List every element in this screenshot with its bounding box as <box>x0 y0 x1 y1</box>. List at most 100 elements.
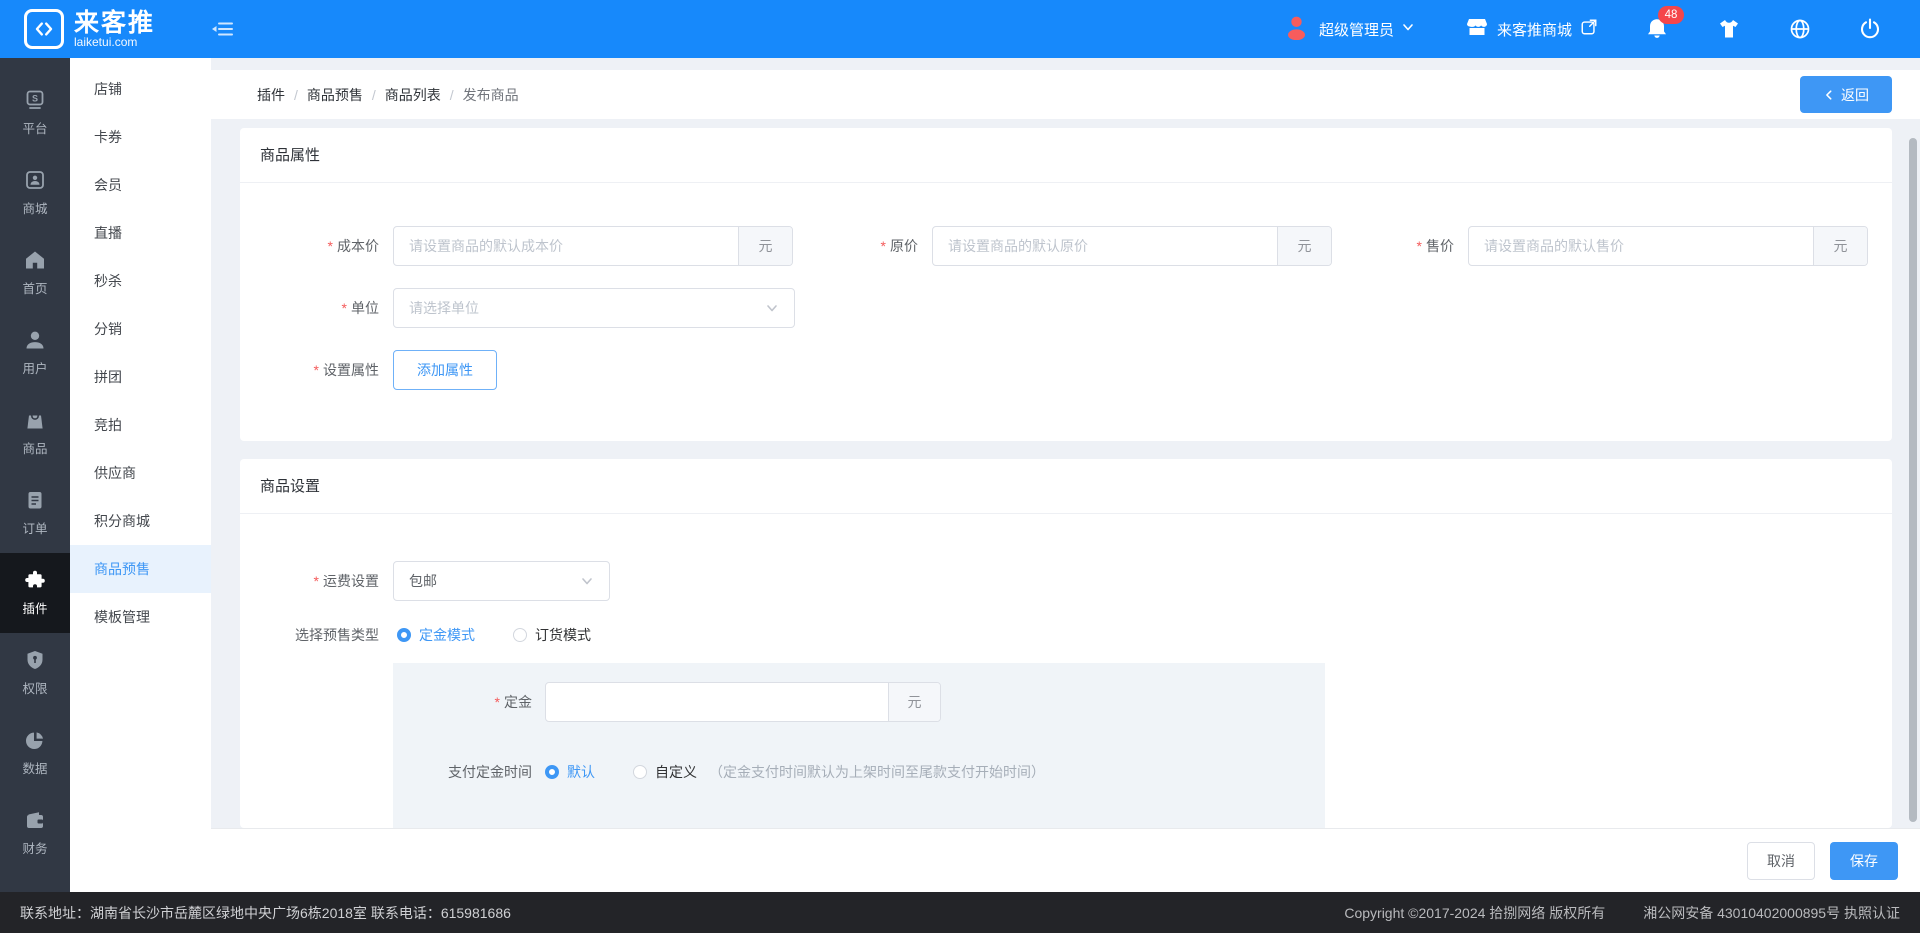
cost-price-label: 成本价 <box>240 236 393 256</box>
shop-link[interactable]: 来客推商城 <box>1465 15 1598 44</box>
sidebar-item-platform[interactable]: S 平台 <box>0 73 70 153</box>
shipping-label: 运费设置 <box>240 571 393 591</box>
deposit-row: 定金 元 <box>393 682 1325 722</box>
save-button[interactable]: 保存 <box>1830 842 1898 880</box>
merch-shirt-button[interactable] <box>1716 16 1742 42</box>
menu-fold-icon[interactable] <box>210 17 234 41</box>
deposit-mode-radio[interactable]: 定金模式 <box>397 625 475 645</box>
chevron-down-icon <box>765 301 779 315</box>
sale-price-input[interactable] <box>1469 227 1813 265</box>
radio-unselected-icon <box>633 765 647 779</box>
sidebar-item-supplier[interactable]: 供应商 <box>70 449 211 497</box>
language-globe-button[interactable] <box>1788 17 1812 41</box>
avatar <box>1283 13 1310 45</box>
cancel-button[interactable]: 取消 <box>1747 842 1815 880</box>
sidebar-item-mall[interactable]: 商城 <box>0 153 70 233</box>
cost-price-unit: 元 <box>738 227 792 265</box>
shipping-row: 运费设置 包邮 <box>240 561 1892 601</box>
deposit-panel: 定金 元 支付定金时间 默认 <box>393 663 1325 828</box>
deposit-time-row: 支付定金时间 默认 自定义 （定金支付时间默认为上架时间至尾款支付开始时间） <box>393 752 1325 792</box>
original-price-unit: 元 <box>1277 227 1331 265</box>
platform-icon: S <box>24 89 46 111</box>
add-attr-button[interactable]: 添加属性 <box>393 350 497 390</box>
set-attrs-label: 设置属性 <box>240 360 393 380</box>
presale-type-row: 选择预售类型 定金模式 订货模式 <box>240 622 1892 648</box>
brand-domain: laiketui.com <box>74 36 155 49</box>
breadcrumb-separator: / <box>294 87 298 103</box>
sidebar-item-member[interactable]: 会员 <box>70 161 211 209</box>
shield-key-icon <box>24 649 46 671</box>
sidebar-item-data[interactable]: 数据 <box>0 713 70 793</box>
footer-copyright: Copyright ©2017-2024 拾捌网络 版权所有 <box>1344 903 1605 923</box>
sidebar-item-plugin[interactable]: 插件 <box>0 553 70 633</box>
footer-license[interactable]: 湘公网安备 43010402000895号 执照认证 <box>1643 903 1900 923</box>
plugin-puzzle-icon <box>24 569 46 591</box>
original-price-input[interactable] <box>933 227 1277 265</box>
shipping-select[interactable]: 包邮 <box>393 561 610 601</box>
user-icon <box>24 329 46 351</box>
scrollbar-thumb[interactable] <box>1909 138 1917 822</box>
cost-price-input[interactable] <box>394 227 738 265</box>
breadcrumb-goods-list[interactable]: 商品列表 <box>385 85 441 105</box>
radio-unselected-icon <box>513 628 527 642</box>
radio-selected-icon <box>545 765 559 779</box>
breadcrumb-presale[interactable]: 商品预售 <box>307 85 363 105</box>
breadcrumb-plugin[interactable]: 插件 <box>257 85 285 105</box>
deposit-inputbox: 元 <box>545 682 941 722</box>
cost-price-inputbox: 元 <box>393 226 793 266</box>
deposit-label: 定金 <box>393 692 545 712</box>
sidebar-secondary: 店铺 卡券 会员 直播 秒杀 分销 拼团 竞拍 供应商 积分商城 商品预售 模板… <box>70 58 211 933</box>
main-area: 插件 / 商品预售 / 商品列表 / 发布商品 返回 商品属性 成本价 <box>211 58 1920 892</box>
shipping-select-value: 包邮 <box>409 571 437 591</box>
sale-price-unit: 元 <box>1813 227 1867 265</box>
svg-text:S: S <box>32 94 38 104</box>
unit-label: 单位 <box>240 298 393 318</box>
footer-right: Copyright ©2017-2024 拾捌网络 版权所有 湘公网安备 430… <box>1344 903 1900 923</box>
sidebar-item-shop[interactable]: 店铺 <box>70 65 211 113</box>
sidebar-item-distribution[interactable]: 分销 <box>70 305 211 353</box>
sidebar-item-user[interactable]: 用户 <box>0 313 70 393</box>
logout-power-button[interactable] <box>1858 17 1882 41</box>
action-bar: 取消 保存 <box>211 828 1920 892</box>
mall-icon <box>24 169 46 191</box>
deposit-time-note: （定金支付时间默认为上架时间至尾款支付开始时间） <box>709 762 1045 782</box>
sidebar-item-presale[interactable]: 商品预售 <box>70 545 211 593</box>
sale-price-label: 售价 <box>1332 236 1468 256</box>
deposit-unit: 元 <box>888 683 940 721</box>
sidebar-item-goods[interactable]: 商品 <box>0 393 70 473</box>
notification-badge: 48 <box>1658 6 1684 24</box>
order-mode-radio[interactable]: 订货模式 <box>513 625 591 645</box>
breadcrumb: 插件 / 商品预售 / 商品列表 / 发布商品 <box>257 85 519 105</box>
sidebar-item-finance[interactable]: 财务 <box>0 793 70 873</box>
top-gap <box>211 58 1920 70</box>
sidebar-item-order[interactable]: 订单 <box>0 473 70 553</box>
card-title: 商品属性 <box>240 128 1892 183</box>
presale-type-label: 选择预售类型 <box>240 625 393 645</box>
sidebar-item-group-buy[interactable]: 拼团 <box>70 353 211 401</box>
sidebar-item-permission[interactable]: 权限 <box>0 633 70 713</box>
breadcrumb-publish-goods: 发布商品 <box>463 85 519 105</box>
deposit-time-custom-radio[interactable]: 自定义 <box>633 762 697 782</box>
shopping-bag-icon <box>24 409 46 431</box>
sidebar-item-card-coupon[interactable]: 卡券 <box>70 113 211 161</box>
deposit-time-default-radio[interactable]: 默认 <box>545 762 595 782</box>
sidebar-item-points-mall[interactable]: 积分商城 <box>70 497 211 545</box>
sidebar-item-auction[interactable]: 竞拍 <box>70 401 211 449</box>
deposit-input[interactable] <box>546 683 888 721</box>
deposit-time-label: 支付定金时间 <box>393 762 545 782</box>
order-clipboard-icon <box>24 489 46 511</box>
user-role-label: 超级管理员 <box>1319 19 1394 40</box>
top-bar: 来客推 laiketui.com 超级管理员 来客推商城 <box>0 0 1920 58</box>
unit-select[interactable]: 请选择单位 <box>393 288 795 328</box>
top-bar-right: 超级管理员 来客推商城 48 <box>1283 13 1920 45</box>
user-menu[interactable]: 超级管理员 <box>1283 13 1415 45</box>
sidebar-item-flash-sale[interactable]: 秒杀 <box>70 257 211 305</box>
back-button[interactable]: 返回 <box>1800 76 1892 113</box>
notifications-button[interactable]: 48 <box>1644 16 1670 42</box>
shop-link-label: 来客推商城 <box>1497 19 1572 40</box>
sidebar-item-live[interactable]: 直播 <box>70 209 211 257</box>
brand-text: 来客推 laiketui.com <box>74 10 155 49</box>
unit-row: 单位 请选择单位 <box>240 288 1892 328</box>
sidebar-item-home[interactable]: 首页 <box>0 233 70 313</box>
sidebar-item-template[interactable]: 模板管理 <box>70 593 211 641</box>
